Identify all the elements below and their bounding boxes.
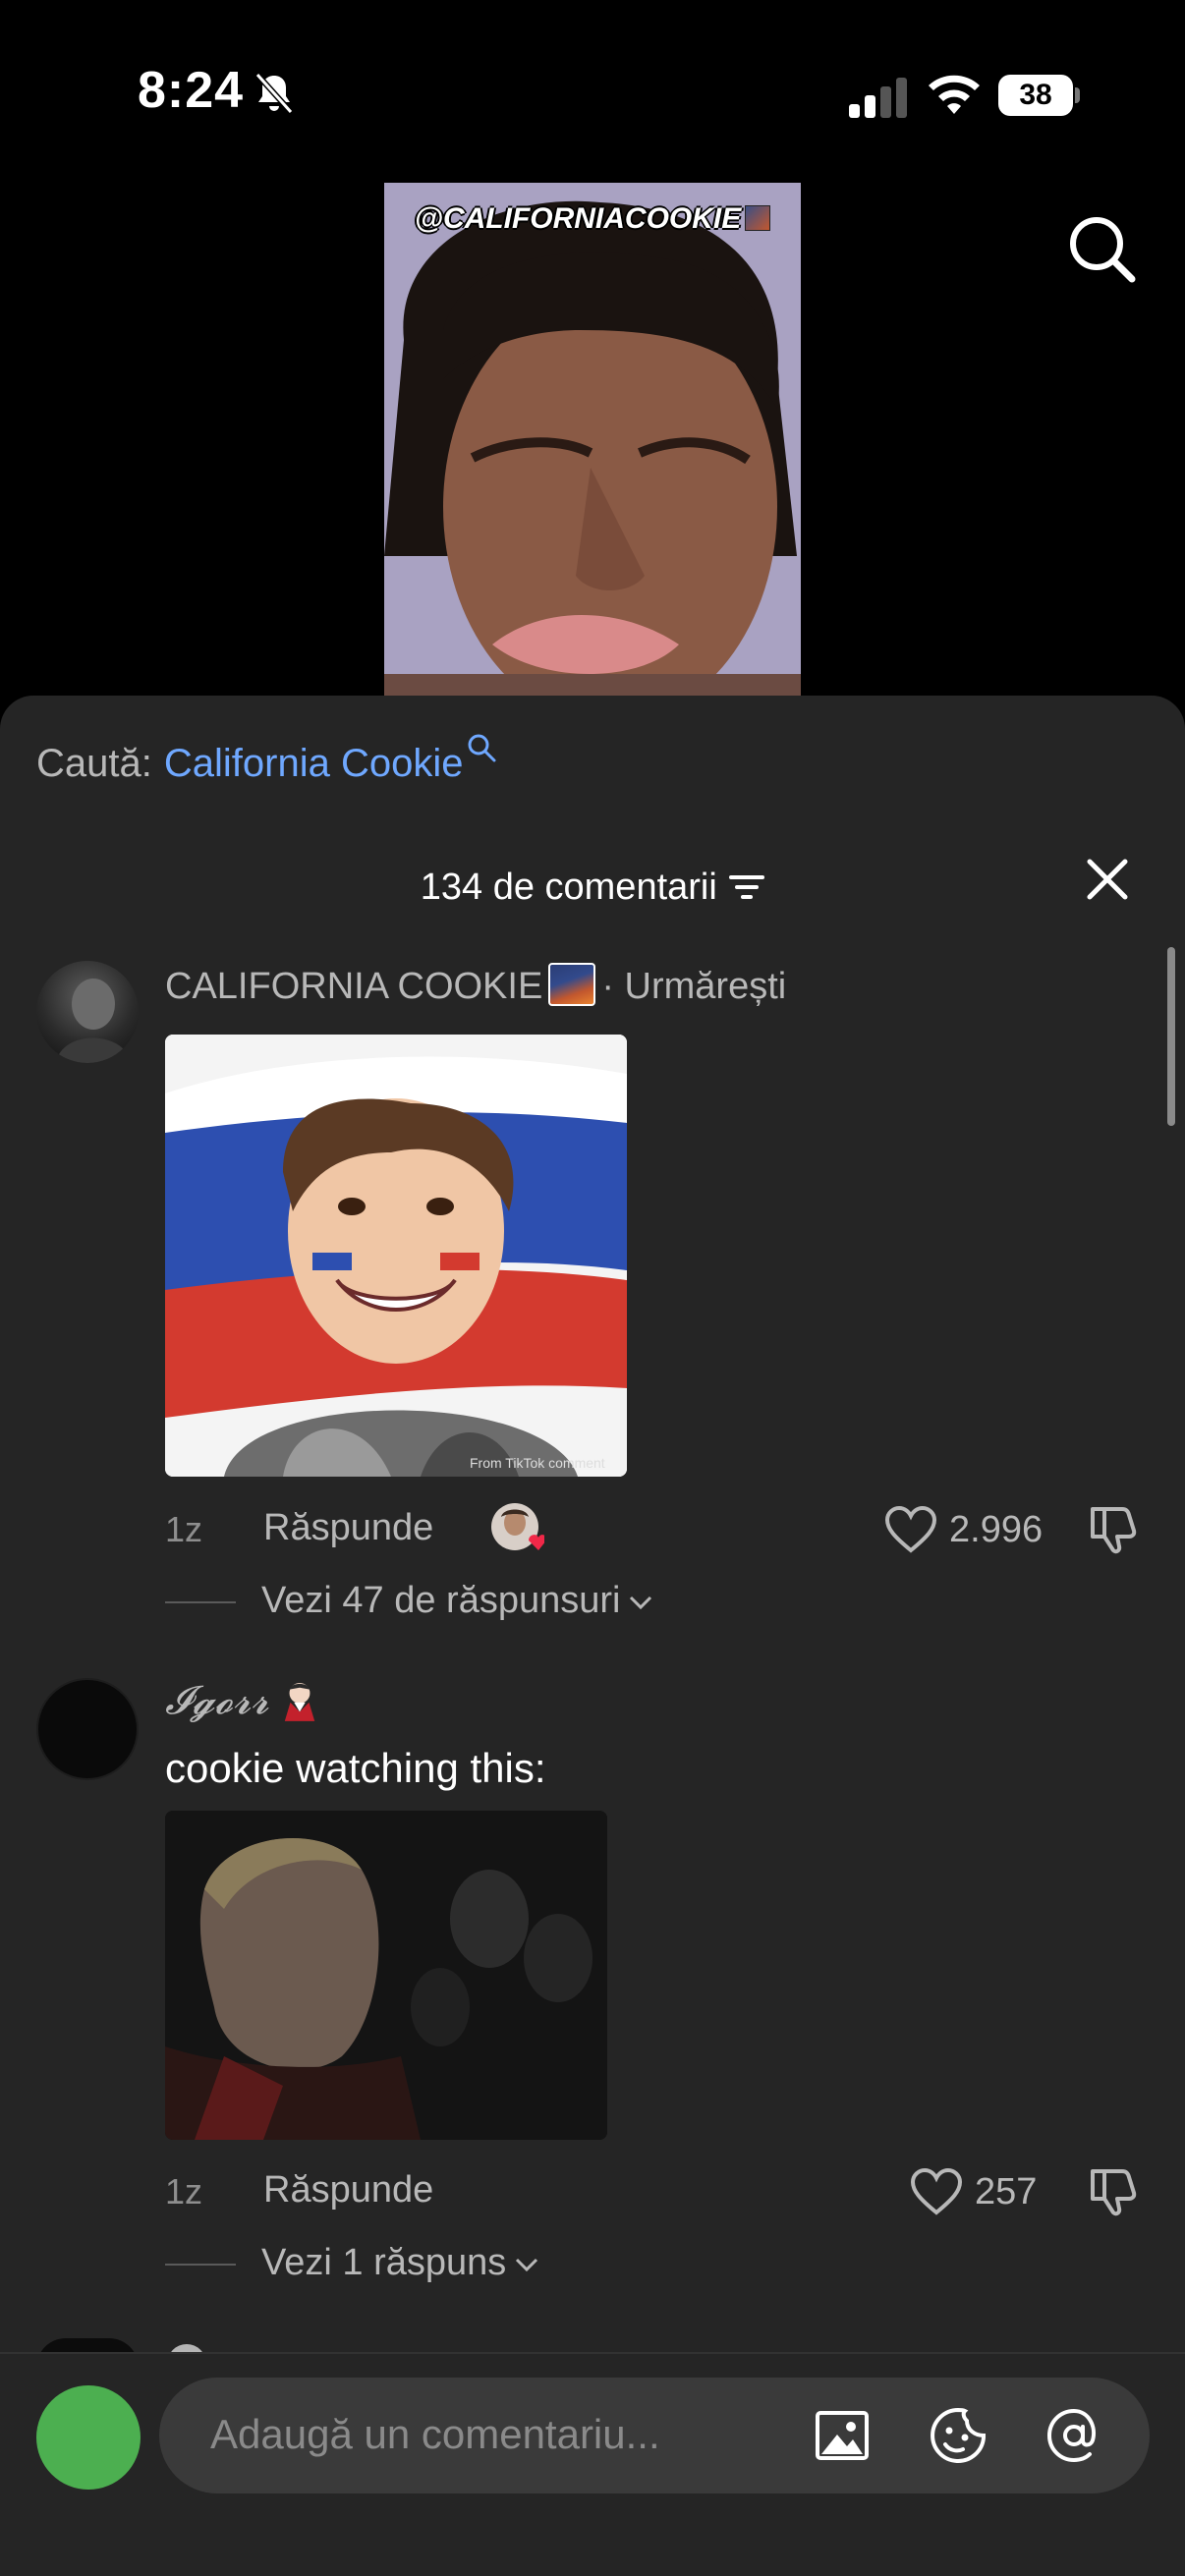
comment-gif-image[interactable] <box>165 1811 607 2140</box>
reply-button[interactable]: Răspunde <box>263 2169 433 2212</box>
comment-username-row[interactable]: 𝓘𝓰𝓸𝓻𝓻 <box>165 1678 318 1723</box>
creator-liked-avatar <box>491 1503 544 1550</box>
dislike-icon[interactable] <box>1087 2163 1140 2216</box>
like-count: 257 <box>975 2171 1038 2212</box>
avatar[interactable] <box>36 961 139 1063</box>
comment-composer: Adaugă un comentariu... <box>0 2352 1185 2576</box>
emoji-sticker-icon[interactable] <box>928 2405 988 2466</box>
flag-emoji-icon <box>745 205 771 231</box>
status-bar: 8:24 38 <box>0 0 1185 187</box>
dislike-icon[interactable] <box>1087 1501 1140 1554</box>
battery-level: 38 <box>998 75 1073 116</box>
my-avatar[interactable] <box>36 2385 141 2490</box>
like-count: 2.996 <box>949 1509 1044 1550</box>
status-time: 8:24 <box>138 62 245 119</box>
comment-meta: 1z Răspunde 257 <box>165 2163 1148 2222</box>
avatar[interactable] <box>36 1678 139 1780</box>
reply-button[interactable]: Răspunde <box>263 1507 433 1549</box>
comment-count: 134 de comentarii <box>420 867 717 908</box>
comment-username-row[interactable]: CALIFORNIA COOKIE · Urmărești <box>165 963 786 1008</box>
sort-filter-icon[interactable] <box>729 872 765 902</box>
view-replies-button[interactable]: Vezi 47 de răspunsuri <box>165 1580 653 1639</box>
at-mention-icon[interactable] <box>1044 2405 1104 2466</box>
chevron-down-icon <box>630 1596 652 1610</box>
chevron-down-icon <box>516 2258 538 2272</box>
wifi-icon <box>929 75 980 114</box>
search-term-link[interactable]: California Cookie <box>164 742 464 785</box>
vampire-emoji-icon <box>285 1682 315 1721</box>
cellular-signal-icon <box>849 78 907 118</box>
comment-username[interactable]: 𝓘𝓰𝓸𝓻𝓻 <box>165 1678 269 1723</box>
comment-meta: 1z Răspunde 2.996 <box>165 1501 1148 1560</box>
gif-watermark: From TikTok comment <box>470 1455 605 1471</box>
search-icon[interactable] <box>1067 214 1136 283</box>
close-icon[interactable] <box>1085 857 1130 902</box>
video-handle-overlay: @CALIFORNIACOOKIE <box>414 202 771 236</box>
search-prefix: Caută: <box>36 742 152 785</box>
view-replies-button[interactable]: Vezi 1 răspuns <box>165 2242 539 2301</box>
search-mini-icon <box>468 734 496 762</box>
comment-input-placeholder: Adaugă un comentariu... <box>210 2411 660 2457</box>
view-replies-label[interactable]: Vezi 1 răspuns <box>261 2242 506 2283</box>
video-preview[interactable]: @CALIFORNIACOOKIE <box>384 183 801 696</box>
like-heart-icon[interactable] <box>910 2167 963 2216</box>
search-suggestion[interactable]: Caută: California Cookie <box>36 733 496 792</box>
bridge-emoji-icon <box>548 963 596 1006</box>
comments-sheet: Caută: California Cookie 134 de comentari… <box>0 696 1185 2576</box>
comment-username[interactable]: CALIFORNIA COOKIE <box>165 966 542 1007</box>
comment-text: cookie watching this: <box>165 1745 546 1791</box>
like-heart-icon[interactable] <box>884 1505 937 1554</box>
comment-time: 1z <box>165 1509 203 1549</box>
comments-header: 134 de comentarii <box>0 853 1185 922</box>
scrollbar[interactable] <box>1167 947 1175 1126</box>
bell-muted-icon <box>254 72 294 115</box>
comment-input[interactable]: Adaugă un comentariu... <box>159 2378 1150 2493</box>
comment-gif-image[interactable]: From TikTok comment <box>165 1035 627 1477</box>
battery-indicator: 38 <box>998 75 1080 116</box>
comment-time: 1z <box>165 2171 203 2212</box>
screen: 8:24 38 @CALIFORNIACOOKIE Caută: Califor… <box>0 0 1185 2576</box>
view-replies-label[interactable]: Vezi 47 de răspunsuri <box>261 1580 620 1621</box>
video-frame-illustration <box>384 183 801 696</box>
image-icon[interactable] <box>812 2405 873 2466</box>
following-label: · Urmărești <box>601 966 787 1007</box>
